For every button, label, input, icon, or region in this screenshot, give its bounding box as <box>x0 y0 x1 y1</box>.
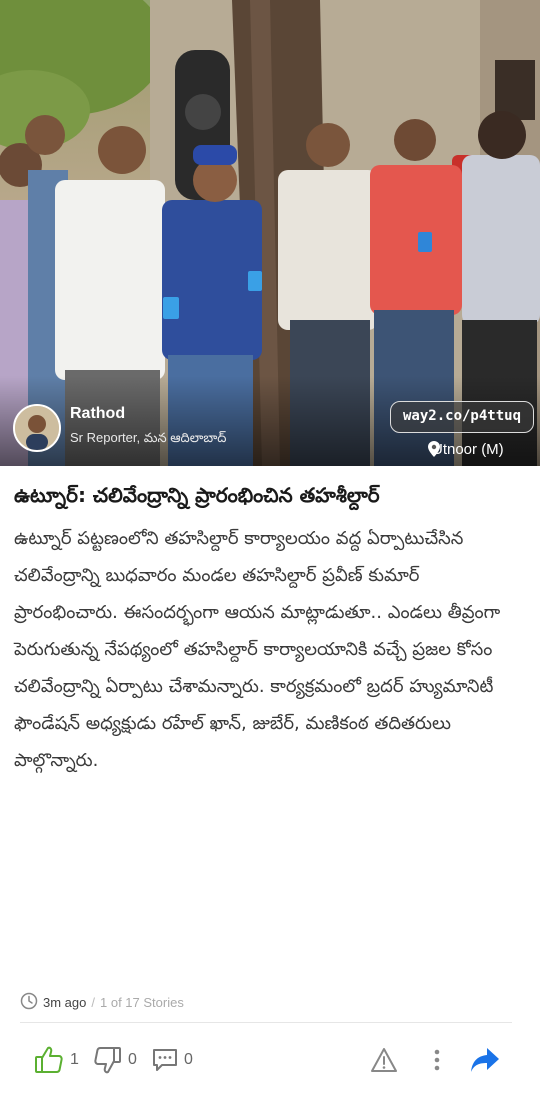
share-button[interactable] <box>470 1040 500 1080</box>
more-vertical-icon <box>432 1048 442 1072</box>
comment-icon <box>152 1047 178 1073</box>
meta-separator: / <box>91 995 95 1010</box>
reporter-avatar[interactable] <box>13 404 61 452</box>
comment-count: 0 <box>184 1051 193 1068</box>
like-count: 1 <box>70 1051 79 1068</box>
reporter-name[interactable]: Rathod <box>70 405 125 423</box>
meta-divider <box>20 1022 512 1023</box>
action-bar: 1 0 0 <box>0 1040 540 1080</box>
clock-icon <box>20 992 38 1013</box>
story-count: 1 of 17 Stories <box>100 995 184 1010</box>
thumbs-up-icon <box>34 1046 64 1074</box>
story-meta: 3m ago / 1 of 17 Stories <box>20 992 184 1013</box>
reporter-role: Sr Reporter, మన ఆదిలాబాద్ <box>70 430 227 445</box>
dislike-count: 0 <box>128 1051 137 1068</box>
article-body: ఉట్నూర్ పట్టణంలోని తహసిల్దార్ కార్యాలయం … <box>14 528 501 771</box>
warning-icon <box>370 1047 398 1073</box>
location-label: Utnoor (M) <box>428 441 504 458</box>
location-text: Utnoor (M) <box>432 441 504 458</box>
report-button[interactable] <box>370 1040 398 1080</box>
short-link-badge[interactable]: way2.co/p4ttuq <box>390 401 535 433</box>
article-headline: ఉట్నూర్: చలివేంద్రాన్ని ప్రారంభించిన తహశ… <box>14 483 380 507</box>
dislike-button[interactable]: 0 <box>94 1040 137 1080</box>
comment-button[interactable]: 0 <box>152 1040 193 1080</box>
like-button[interactable]: 1 <box>34 1040 79 1080</box>
thumbs-down-icon <box>94 1046 122 1074</box>
share-arrow-icon <box>470 1047 500 1073</box>
more-options-button[interactable] <box>432 1040 442 1080</box>
news-photo[interactable]: Rathod Sr Reporter, మన ఆదిలాబాద్ way2.co… <box>0 0 540 466</box>
time-ago: 3m ago <box>43 995 87 1010</box>
